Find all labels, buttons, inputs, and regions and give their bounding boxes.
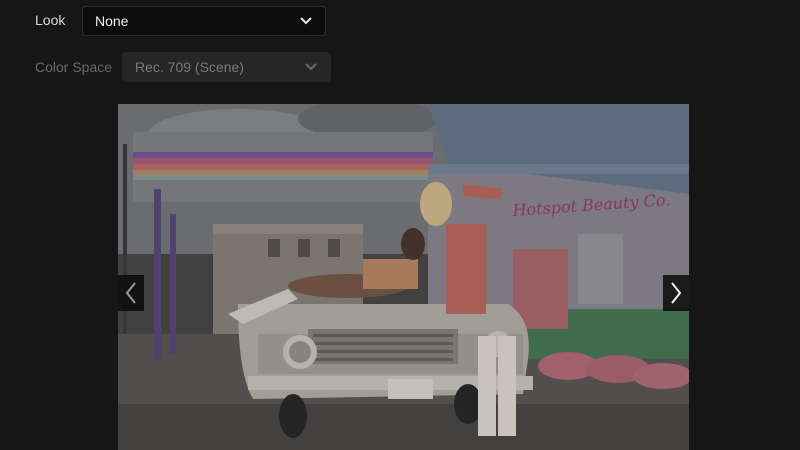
previous-image-button[interactable] bbox=[118, 275, 144, 311]
preview-photo: Hotspot Beauty Co. bbox=[118, 104, 689, 450]
chevron-down-icon bbox=[305, 63, 317, 71]
look-label: Look bbox=[35, 12, 66, 28]
chevron-right-icon bbox=[671, 282, 682, 304]
preview-image: Hotspot Beauty Co. bbox=[118, 104, 689, 450]
color-space-dropdown-value: Rec. 709 (Scene) bbox=[135, 59, 244, 75]
next-image-button[interactable] bbox=[663, 275, 689, 311]
chevron-down-icon bbox=[300, 17, 312, 25]
color-space-dropdown[interactable]: Rec. 709 (Scene) bbox=[122, 52, 331, 82]
look-dropdown-value: None bbox=[95, 13, 129, 29]
look-dropdown[interactable]: None bbox=[82, 6, 326, 36]
chevron-left-icon bbox=[125, 282, 136, 304]
color-space-label: Color Space bbox=[35, 59, 113, 75]
